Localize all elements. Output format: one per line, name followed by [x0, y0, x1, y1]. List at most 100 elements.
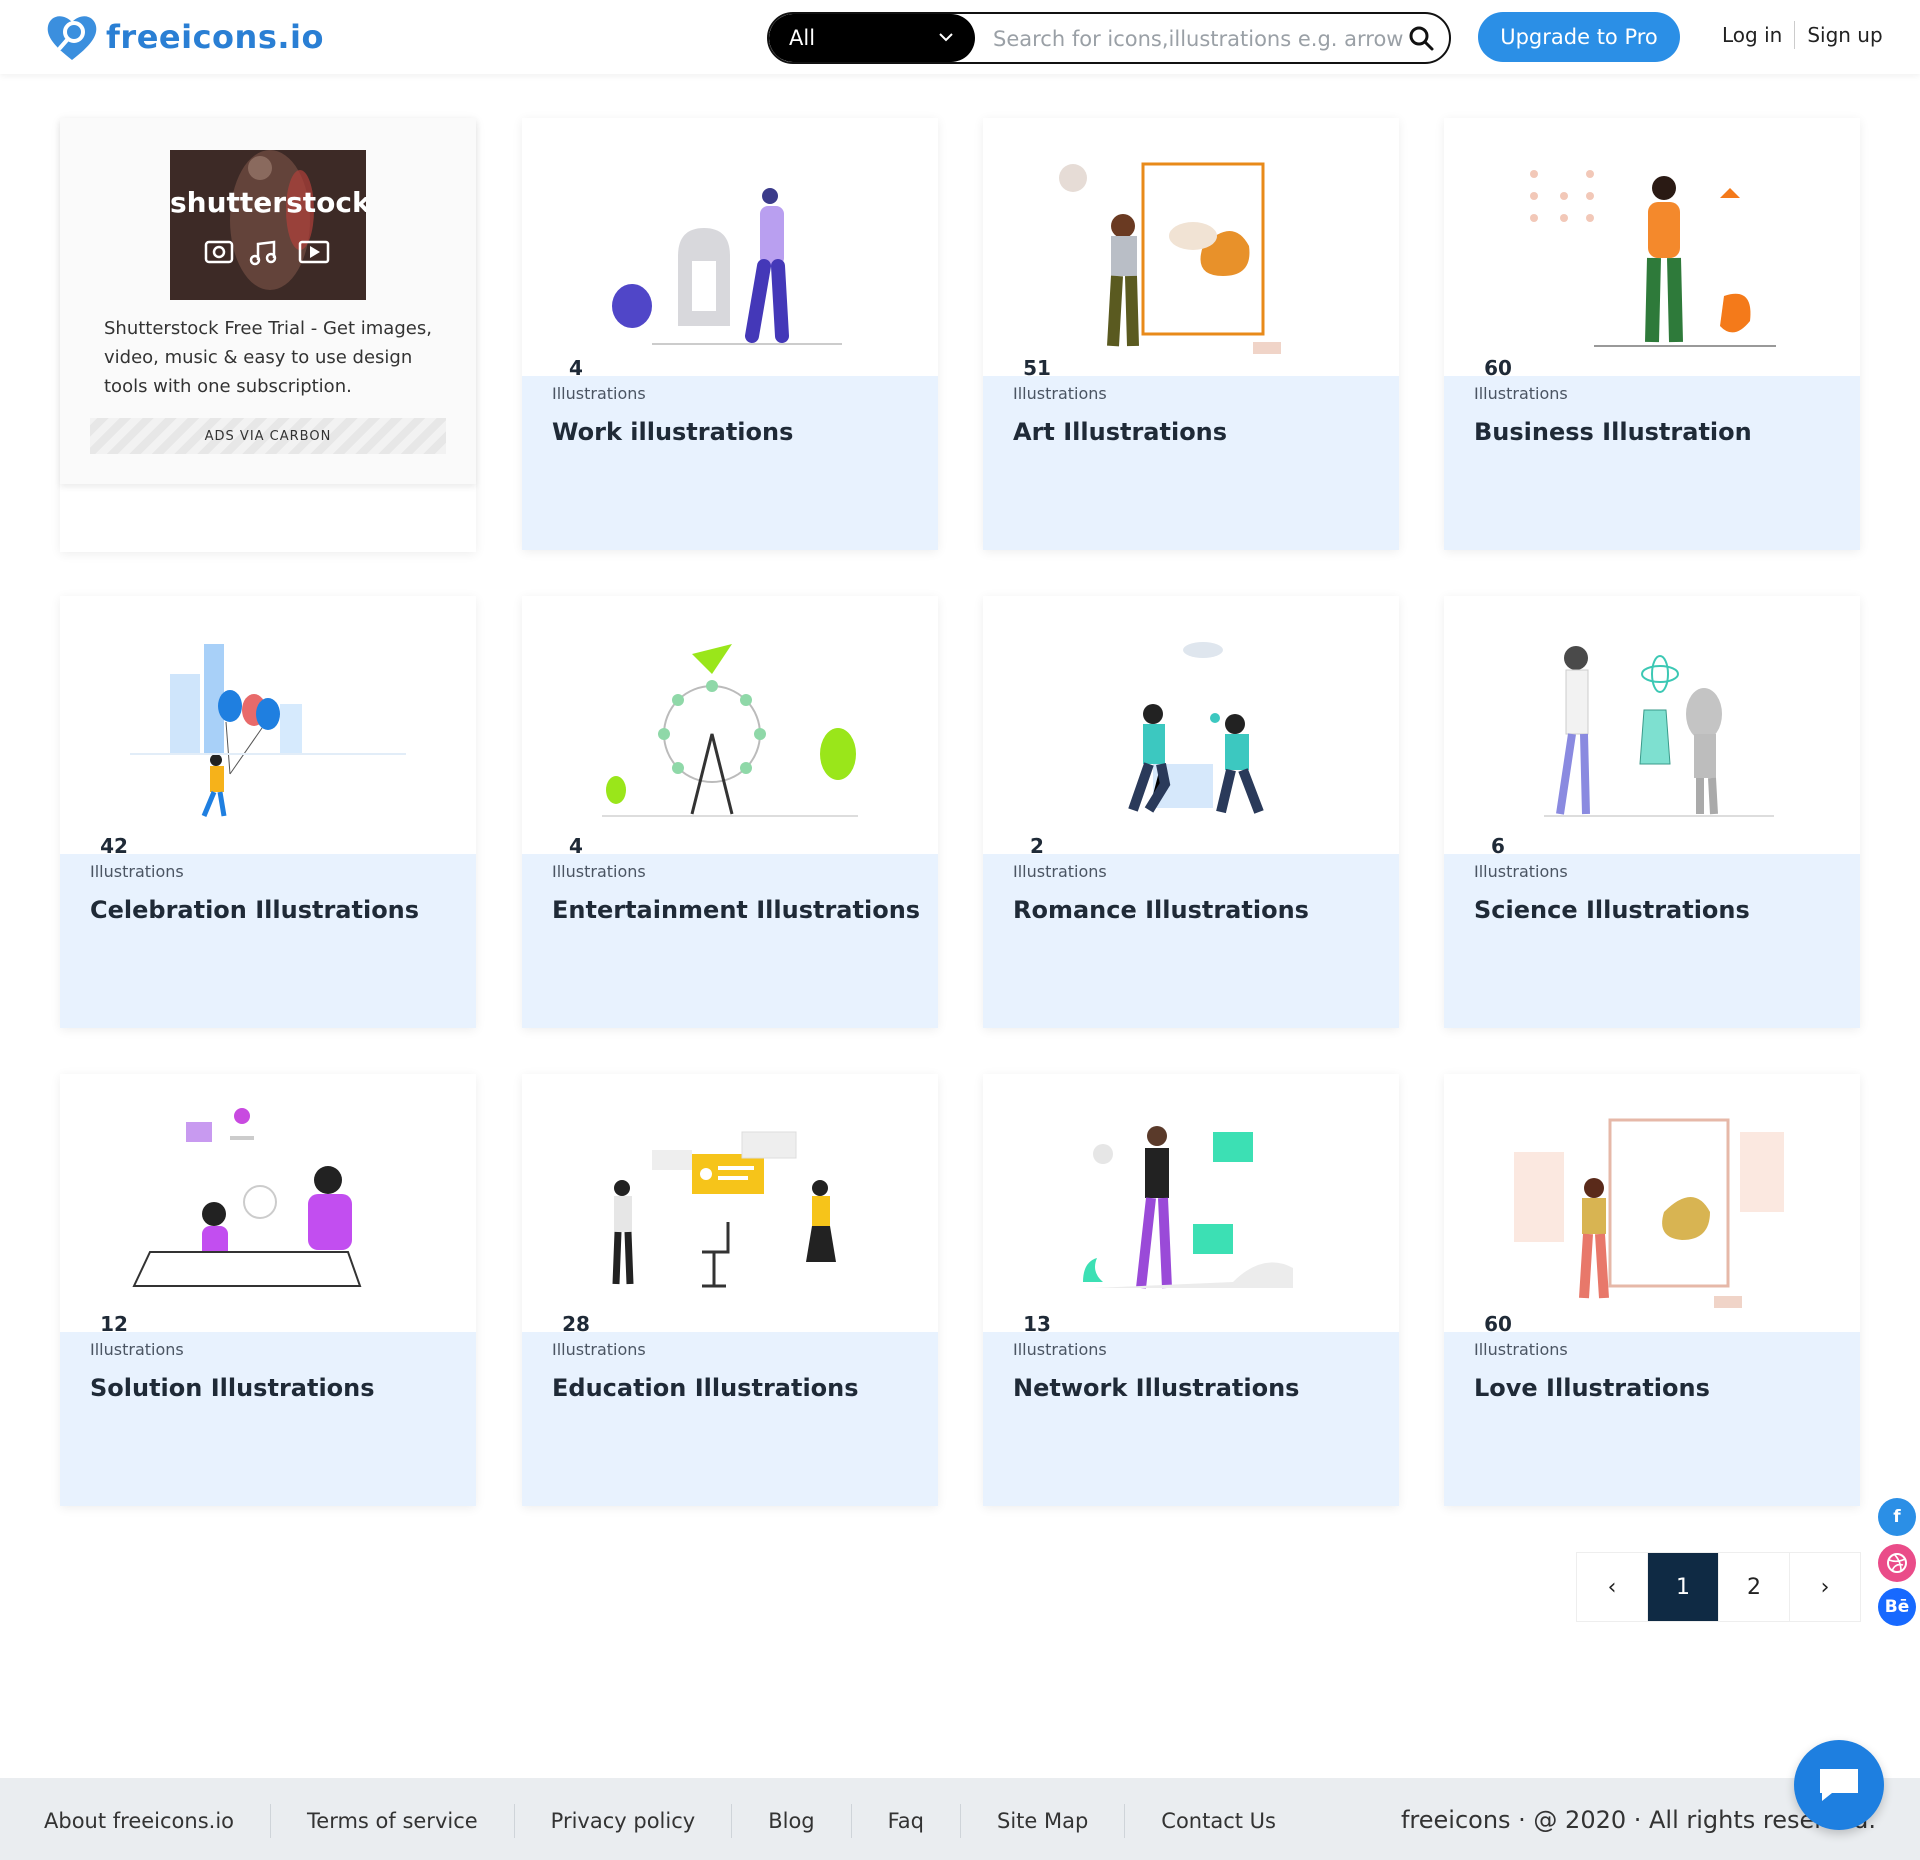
- footer-link-faq[interactable]: Faq: [852, 1804, 961, 1838]
- count-label: Illustrations: [1474, 1340, 1568, 1359]
- count-label: Illustrations: [1474, 862, 1568, 881]
- network-illustration: [1083, 1126, 1293, 1289]
- category-card-entertainment[interactable]: 4 Illustrations Entertainment Illustrati…: [522, 596, 938, 1028]
- signup-link[interactable]: Sign up: [1807, 23, 1882, 47]
- card-info: 60 Illustrations Business Illustration: [1444, 352, 1860, 550]
- category-card-romance[interactable]: 2 Illustrations Romance Illustrations: [983, 596, 1399, 1028]
- card-illustration: [60, 596, 476, 854]
- footer-link-privacy[interactable]: Privacy policy: [515, 1804, 733, 1838]
- card-info: 13 Illustrations Network Illustrations: [983, 1308, 1399, 1506]
- card-title[interactable]: Love Illustrations: [1474, 1374, 1710, 1402]
- card-illustration: [1444, 596, 1860, 854]
- illustration-count: 4: [569, 834, 583, 858]
- ad-image[interactable]: shutterstock: [170, 150, 366, 300]
- card-illustration: [983, 118, 1399, 376]
- count-label: Illustrations: [1013, 862, 1107, 881]
- count-label: Illustrations: [1474, 384, 1568, 403]
- card-info: 4 Illustrations Work illustrations: [522, 352, 938, 550]
- search-bar: All: [767, 12, 1451, 64]
- card-illustration: [522, 118, 938, 376]
- illustration-count: 60: [1484, 1312, 1512, 1336]
- logo-heart-icon: [47, 16, 97, 60]
- category-card-network[interactable]: 13 Illustrations Network Illustrations: [983, 1074, 1399, 1506]
- footer-link-contact[interactable]: Contact Us: [1125, 1804, 1312, 1838]
- category-card-science[interactable]: 6 Illustrations Science Illustrations: [1444, 596, 1860, 1028]
- card-title[interactable]: Entertainment Illustrations: [552, 896, 920, 924]
- count-label: Illustrations: [1013, 1340, 1107, 1359]
- card-illustration: [522, 596, 938, 854]
- count-label: Illustrations: [90, 862, 184, 881]
- ad-description[interactable]: Shutterstock Free Trial - Get images, vi…: [104, 314, 444, 401]
- search-category-select[interactable]: All: [769, 14, 975, 62]
- footer-link-terms[interactable]: Terms of service: [271, 1804, 515, 1838]
- illustration-count: 28: [562, 1312, 590, 1336]
- card-info: 60 Illustrations Love Illustrations: [1444, 1308, 1860, 1506]
- card-info: 51 Illustrations Art Illustrations: [983, 352, 1399, 550]
- card-title[interactable]: Education Illustrations: [552, 1374, 859, 1402]
- entertainment-illustration: [602, 644, 858, 817]
- login-link[interactable]: Log in: [1722, 23, 1782, 47]
- search-input[interactable]: [991, 20, 1405, 58]
- count-label: Illustrations: [552, 862, 646, 881]
- footer-links: About freeicons.io Terms of service Priv…: [44, 1804, 1312, 1838]
- upgrade-to-pro-button[interactable]: Upgrade to Pro: [1478, 12, 1680, 62]
- facebook-icon[interactable]: f: [1878, 1498, 1916, 1536]
- illustration-count: 2: [1030, 834, 1044, 858]
- card-info: 4 Illustrations Entertainment Illustrati…: [522, 830, 938, 1028]
- card-title[interactable]: Business Illustration: [1474, 418, 1752, 446]
- card-info: 2 Illustrations Romance Illustrations: [983, 830, 1399, 1028]
- card-illustration: [983, 596, 1399, 854]
- card-title[interactable]: Network Illustrations: [1013, 1374, 1299, 1402]
- category-card-celebration[interactable]: 42 Illustrations Celebration Illustratio…: [60, 596, 476, 1028]
- behance-icon[interactable]: Bē: [1878, 1588, 1916, 1626]
- solution-illustration: [132, 1108, 362, 1287]
- education-illustration: [612, 1131, 836, 1288]
- dribbble-icon[interactable]: [1878, 1544, 1916, 1582]
- category-card-work[interactable]: 4 Illustrations Work illustrations: [522, 118, 938, 550]
- category-card-education[interactable]: 28 Illustrations Education Illustrations: [522, 1074, 938, 1506]
- card-title[interactable]: Art Illustrations: [1013, 418, 1227, 446]
- chevron-down-icon: [939, 33, 953, 42]
- category-card-business[interactable]: 60 Illustrations Business Illustration: [1444, 118, 1860, 550]
- category-card-love[interactable]: 60 Illustrations Love Illustrations: [1444, 1074, 1860, 1506]
- page-1-button[interactable]: 1: [1648, 1553, 1719, 1621]
- card-title[interactable]: Solution Illustrations: [90, 1374, 375, 1402]
- illustration-count: 51: [1023, 356, 1051, 380]
- footer-link-blog[interactable]: Blog: [732, 1804, 852, 1838]
- chat-button[interactable]: [1794, 1740, 1884, 1830]
- auth-links: Log in Sign up: [1722, 20, 1883, 50]
- card-title[interactable]: Romance Illustrations: [1013, 896, 1309, 924]
- category-card-solution[interactable]: 12 Illustrations Solution Illustrations: [60, 1074, 476, 1506]
- business-illustration: [1530, 170, 1776, 347]
- card-title[interactable]: Science Illustrations: [1474, 896, 1750, 924]
- search-icon[interactable]: [1407, 24, 1435, 52]
- footer-link-sitemap[interactable]: Site Map: [961, 1804, 1126, 1838]
- card-info: 6 Illustrations Science Illustrations: [1444, 830, 1860, 1028]
- ads-via-carbon-link[interactable]: ADS VIA CARBON: [90, 418, 446, 454]
- card-title[interactable]: Work illustrations: [552, 418, 793, 446]
- illustration-count: 6: [1491, 834, 1505, 858]
- media-icons: [204, 240, 330, 266]
- next-page-button[interactable]: ›: [1790, 1553, 1860, 1621]
- footer-link-about[interactable]: About freeicons.io: [44, 1804, 272, 1838]
- card-illustration: [1444, 1074, 1860, 1332]
- ad-card: shutterstock Shutterstock Free Trial - G…: [60, 118, 476, 552]
- count-label: Illustrations: [1013, 384, 1107, 403]
- illustration-count: 4: [569, 356, 583, 380]
- card-title[interactable]: Celebration Illustrations: [90, 896, 419, 924]
- romance-illustration: [1128, 642, 1264, 814]
- ad-photo: [170, 150, 366, 300]
- card-illustration: [522, 1074, 938, 1332]
- dribbble-ball-icon: [1887, 1553, 1907, 1573]
- pagination: ‹ 1 2 ›: [1576, 1552, 1861, 1622]
- count-label: Illustrations: [90, 1340, 184, 1359]
- prev-page-button[interactable]: ‹: [1577, 1553, 1648, 1621]
- ad-content[interactable]: shutterstock Shutterstock Free Trial - G…: [60, 118, 476, 484]
- logo-text: freeicons.io: [106, 18, 324, 56]
- search-category-value: All: [789, 26, 816, 50]
- logo[interactable]: freeicons.io: [44, 10, 324, 64]
- chat-bubble-icon: [1820, 1769, 1858, 1801]
- divider: [1794, 21, 1796, 49]
- category-card-art[interactable]: 51 Illustrations Art Illustrations: [983, 118, 1399, 550]
- page-2-button[interactable]: 2: [1719, 1553, 1790, 1621]
